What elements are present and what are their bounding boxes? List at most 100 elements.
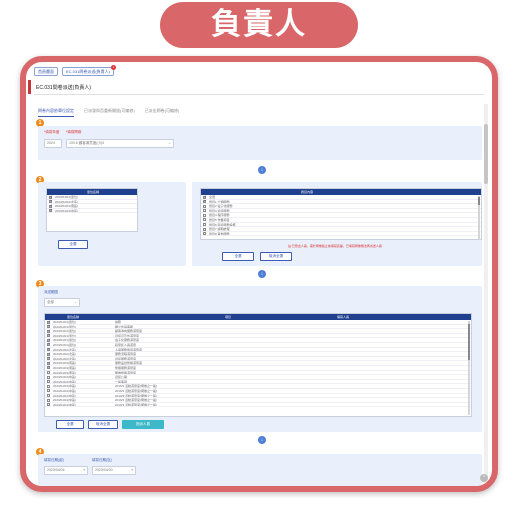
checkbox[interactable] — [47, 325, 51, 329]
list-item-text: 題目5 作業項目 — [209, 217, 230, 222]
arrow-down-icon: ↓ — [258, 270, 266, 278]
checkbox[interactable] — [47, 375, 50, 379]
row-unit: 2023/04/03(南區) — [53, 361, 77, 366]
checkbox[interactable] — [47, 329, 51, 333]
list-item[interactable]: 題目8 其他服務 — [201, 232, 481, 237]
question-select-all-button[interactable]: 全選 — [222, 252, 254, 261]
checkbox[interactable] — [47, 338, 51, 342]
question-rows: 全選 題目1 十類服務 題目2 電子化服務 題目3 資訊服務 題目4 程序服務 … — [201, 195, 481, 237]
row-unit: 2023/04/04(中區) — [53, 398, 77, 403]
list-item-text: 2023/04/02(北區) — [55, 199, 79, 204]
section-1-panel: *填寫年度 *填寫問卷 2024 109.6 顧客滿意度(小)3 ⌄ — [38, 126, 482, 160]
checkbox[interactable] — [47, 361, 51, 365]
question-list: 題目內容 全選 題目1 十類服務 題目2 電子化服務 題目3 資訊服務 題目4 … — [200, 188, 482, 240]
tab-by-unit[interactable]: 問卷內容依單位設定 — [38, 108, 74, 117]
checkbox[interactable] — [47, 352, 51, 356]
checkbox[interactable] — [47, 357, 51, 361]
start-date-field[interactable]: 2023/04/04 ▾ — [44, 466, 88, 475]
list-item-text: 2023/04/04(中區) — [55, 208, 79, 213]
row-item: 服務流程滿意度 — [115, 352, 137, 357]
checkbox[interactable] — [203, 232, 206, 236]
assign-person-button[interactable]: 指派人員 — [122, 420, 164, 429]
assignment-table: 單位名稱 項目 填寫人員 2023/04/01(單位)總務 2023/04/01… — [44, 313, 472, 417]
checkbox[interactable] — [203, 209, 206, 213]
unit-list: 單位名稱 2023/04/01(單位) 2023/04/02(北區) 2023/… — [46, 188, 138, 232]
checkbox[interactable] — [47, 398, 50, 402]
list-item-text: 題目2 電子化服務 — [209, 204, 233, 209]
checkbox[interactable] — [47, 394, 50, 397]
table-row[interactable]: 2023/04/04(中區) 2019/3 活動滿意度(問卷之一般) — [45, 403, 471, 408]
row-item: 一般事項 — [115, 379, 128, 384]
tab-reopen[interactable]: 已派發與否重新開放(可編修) — [84, 108, 135, 117]
page-scroll-thumb[interactable] — [484, 124, 488, 184]
question-deselect-all-button[interactable]: 取消全選 — [260, 252, 292, 261]
question-scroll-thumb[interactable] — [478, 197, 480, 205]
function-tabs: 問卷內容依單位設定 已派發與否重新開放(可編修) 已派出問卷(可編修) — [38, 108, 179, 117]
row-item: 整體服務滿意度 — [115, 365, 137, 370]
scroll-top-icon[interactable]: ⌃ — [480, 474, 488, 482]
row-item: 2019/3 活動滿意度(問卷之一般) — [115, 398, 158, 403]
checkbox[interactable] — [203, 227, 206, 231]
checkbox[interactable] — [203, 200, 207, 204]
checkbox[interactable] — [47, 380, 50, 384]
row-item: 2019/3 活動滿意度(問卷之一般) — [115, 388, 158, 393]
checkbox[interactable] — [47, 403, 50, 407]
survey-label: *填寫問卷 — [66, 130, 82, 134]
end-date-field[interactable]: 2023/04/30 ▾ — [92, 466, 136, 475]
checkbox[interactable] — [47, 366, 51, 370]
section-2-right-panel: 題目內容 全選 題目1 十類服務 題目2 電子化服務 題目3 資訊服務 題目4 … — [192, 182, 482, 266]
checkbox[interactable] — [49, 200, 53, 204]
scope-select[interactable]: 全部 ⌄ — [44, 298, 80, 307]
row-unit: 2023/04/04(中區) — [53, 375, 77, 380]
year-field[interactable]: 2024 — [44, 139, 62, 148]
checkbox[interactable] — [47, 334, 51, 338]
row-item: 問卷整體滿意度 — [115, 370, 137, 375]
row-item: 人員服務態度滿意度 — [115, 347, 143, 352]
checkbox[interactable] — [47, 343, 51, 347]
assignment-rows: 2023/04/01(單位) 總務 2023/04/01(單位) 獨立性與客觀 20… — [45, 320, 471, 408]
tab-dispatched[interactable]: 已派出問卷(可編修) — [145, 108, 180, 117]
top-tab-bar: 首頁畫面 EC.031問卷派送(負責人) 1 — [34, 65, 484, 79]
survey-value: 109.6 顧客滿意度(小)3 — [69, 141, 105, 145]
list-item-text: 題目4 程序服務 — [209, 213, 230, 218]
checkbox[interactable] — [203, 218, 206, 222]
row-unit: 2023/04/02(北區) — [53, 356, 77, 361]
row-unit: 2023/04/01(單位) — [53, 342, 77, 347]
checkbox[interactable] — [203, 204, 206, 208]
calendar-icon: ▾ — [83, 468, 85, 472]
checkbox[interactable] — [47, 389, 50, 393]
assign-deselect-all-button[interactable]: 取消全選 — [88, 420, 118, 429]
list-item-text: 題目3 資訊服務 — [209, 208, 230, 213]
checkbox[interactable] — [203, 195, 207, 199]
assign-select-all-button[interactable]: 全選 — [56, 420, 84, 429]
checkbox[interactable] — [47, 348, 51, 352]
survey-select[interactable]: 109.6 顧客滿意度(小)3 ⌄ — [66, 139, 174, 148]
tab-survey-dispatch[interactable]: EC.031問卷派送(負責人) 1 — [62, 65, 117, 76]
row-item: 服務品質整體滿意度 — [115, 361, 143, 366]
checkbox[interactable] — [47, 384, 50, 388]
assignment-scroll-thumb[interactable] — [468, 324, 470, 360]
row-unit: 2023/04/02(北區) — [53, 347, 77, 352]
list-item-text: 2023/04/01(單位) — [55, 195, 79, 199]
checkbox[interactable] — [203, 213, 206, 217]
checkbox[interactable] — [47, 320, 51, 324]
checkbox[interactable] — [49, 204, 53, 208]
checkbox[interactable] — [203, 223, 206, 227]
tab-home[interactable]: 首頁畫面 — [34, 67, 58, 76]
page-title: EC.031問卷派送(負責人) — [36, 85, 92, 91]
notification-badge: 1 — [111, 65, 117, 70]
checkbox[interactable] — [47, 371, 50, 375]
row-unit: 2023/04/04(中區) — [53, 379, 77, 384]
checkbox[interactable] — [49, 195, 53, 199]
chevron-down-icon: ⌄ — [168, 141, 171, 145]
list-item-text: 題目7 訴願處理 — [209, 227, 230, 232]
checkbox[interactable] — [49, 209, 53, 213]
list-item[interactable]: 2023/04/04(中區) — [47, 209, 137, 214]
row-unit: 2023/04/01(單位) — [53, 320, 77, 324]
unit-select-all-button[interactable]: 全選 — [58, 240, 88, 249]
list-item-text: 題目8 其他服務 — [209, 231, 230, 236]
scope-value: 全部 — [47, 300, 54, 304]
row-item: 顧客導向服務滿意度 — [115, 329, 143, 334]
title-accent-bar — [28, 80, 31, 94]
scope-label: 派送範圍 — [44, 290, 58, 294]
